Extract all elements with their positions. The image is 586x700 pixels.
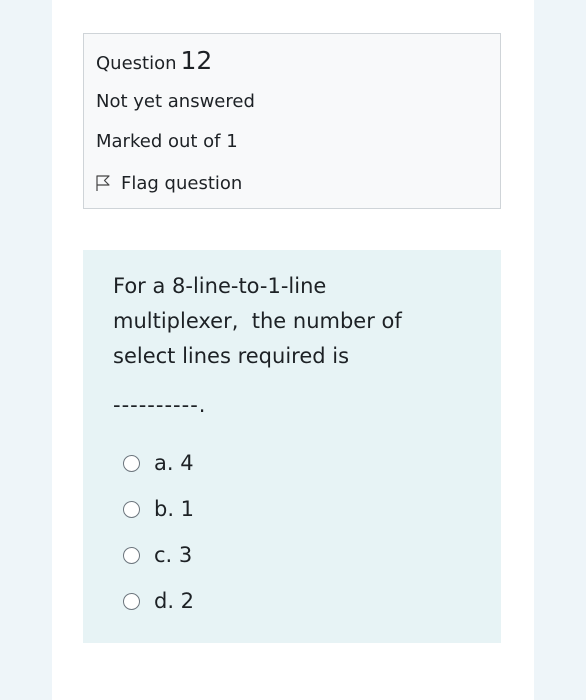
answer-option-label: a. 4 (154, 451, 194, 475)
question-content: For a 8-line-to-1-line multiplexer, the … (83, 250, 501, 643)
question-state: Not yet answered (96, 91, 255, 112)
answer-option-label: d. 2 (154, 589, 195, 613)
flag-question-label: Flag question (121, 172, 243, 194)
radio-unchecked-icon[interactable] (123, 454, 140, 472)
answer-option-c[interactable]: c. 3 (123, 532, 194, 578)
radio-unchecked-icon[interactable] (123, 592, 140, 610)
flag-icon (94, 174, 112, 192)
question-text: For a 8-line-to-1-line multiplexer, the … (113, 269, 453, 423)
question-text-line-2: multiplexer, the number of (113, 309, 402, 333)
answer-blank: ----------. (113, 393, 207, 417)
question-label: Question (96, 53, 177, 74)
question-info: Question 12 Not yet answered Marked out o… (83, 33, 501, 209)
question-text-line-1: For a 8-line-to-1-line (113, 274, 327, 298)
question-number: 12 (180, 46, 213, 75)
question-text-line-3: select lines required is (113, 344, 350, 368)
question-number-heading: Question 12 (96, 46, 212, 79)
flag-question-button[interactable]: Flag question (94, 171, 242, 195)
answer-option-a[interactable]: a. 4 (123, 440, 194, 486)
answer-options: a. 4 b. 1 c. 3 d. 2 (123, 440, 194, 624)
radio-unchecked-icon[interactable] (123, 546, 140, 564)
page-content: Question 12 Not yet answered Marked out o… (52, 0, 534, 700)
answer-option-label: c. 3 (154, 543, 193, 567)
answer-option-label: b. 1 (154, 497, 195, 521)
answer-option-d[interactable]: d. 2 (123, 578, 194, 624)
radio-unchecked-icon[interactable] (123, 500, 140, 518)
question-grade: Marked out of 1 (96, 131, 238, 152)
answer-option-b[interactable]: b. 1 (123, 486, 194, 532)
